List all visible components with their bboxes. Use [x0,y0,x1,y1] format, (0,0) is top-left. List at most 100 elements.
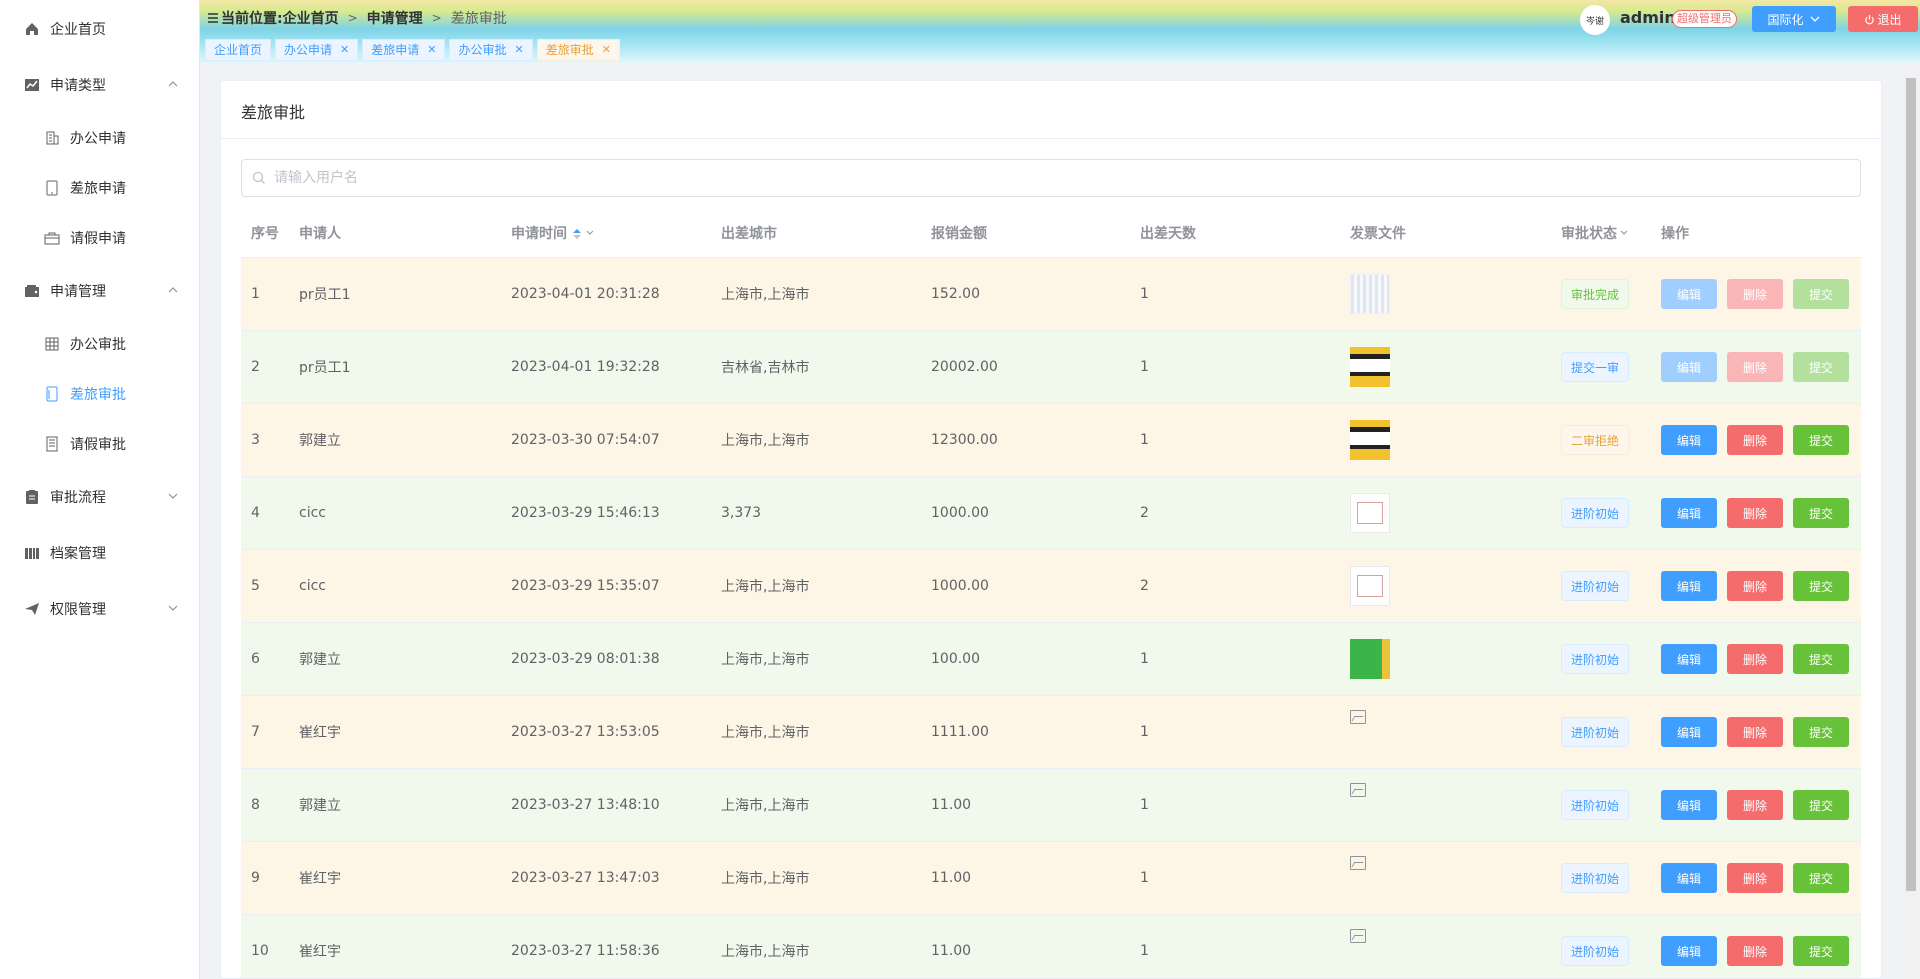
breadcrumb-home[interactable]: 当前位置:企业首页 [221,8,339,28]
breadcrumb-apply-manage[interactable]: 申请管理 [367,8,423,28]
cell-status: 审批完成 [1551,279,1651,309]
sidebar-item-label: 权限管理 [50,602,106,618]
cell-invoice [1340,493,1551,533]
logout-button[interactable]: 退出 [1848,6,1918,32]
invoice-thumbnail[interactable] [1350,274,1390,314]
edit-button[interactable]: 编辑 [1661,717,1717,747]
menu-toggle-icon[interactable] [207,12,219,24]
delete-button[interactable]: 删除 [1727,790,1783,820]
delete-button[interactable]: 删除 [1727,279,1783,309]
search-input[interactable] [272,169,1776,187]
status-badge: 进阶初始 [1561,644,1630,674]
sidebar-item-apply-types[interactable]: 申请类型 [0,65,200,105]
sidebar-item-label: 申请类型 [50,78,106,94]
edit-button[interactable]: 编辑 [1661,352,1717,382]
cell-city: 上海市,上海市 [721,725,810,741]
submit-button[interactable]: 提交 [1793,863,1849,893]
sidebar-item-home[interactable]: 企业首页 [0,9,200,49]
table-row: 2 pr员工1 2023-04-01 19:32:28 吉林省,吉林市 20002.00… [241,331,1861,404]
sidebar-item-office-apply[interactable]: 办公申请 [0,118,200,158]
submit-button[interactable]: 提交 [1793,498,1849,528]
sidebar: 企业首页 申请类型 办公申请 差旅申请 请假申请 申请管理 办公审批 差旅审批 … [0,0,200,979]
tab-office-apply[interactable]: 办公申请 ✕ [275,39,359,61]
submit-button[interactable]: 提交 [1793,279,1849,309]
submit-button[interactable]: 提交 [1793,936,1849,966]
cell-city: 上海市,上海市 [721,579,810,595]
delete-button[interactable]: 删除 [1727,936,1783,966]
submit-button[interactable]: 提交 [1793,571,1849,601]
cell-amount: 100.00 [931,651,980,667]
delete-button[interactable]: 删除 [1727,352,1783,382]
avatar[interactable]: 岑谢 [1580,5,1610,35]
col-header-time[interactable]: 申请时间 [501,223,711,243]
sidebar-item-label: 档案管理 [50,546,106,562]
sidebar-item-approval-flow[interactable]: 审批流程 [0,477,200,517]
sidebar-item-label: 办公审批 [70,337,126,353]
main-card: 差旅审批 序号 申请人 申请时间 出差城市 报销金额 出差天数 发票文件 审批状… [220,80,1882,979]
tab-office-approve[interactable]: 办公审批 ✕ [449,39,533,61]
sidebar-item-archive[interactable]: 档案管理 [0,533,200,573]
cell-city: 上海市,上海市 [721,652,810,668]
invoice-thumbnail[interactable] [1350,347,1390,387]
col-header-no: 序号 [251,226,279,242]
broken-image-icon [1350,929,1366,943]
i18n-button-label: 国际化 [1767,12,1804,27]
sidebar-item-leave-approve[interactable]: 请假审批 [0,424,200,464]
chevron-right-icon: > [347,11,358,25]
scrollbar-thumb[interactable] [1906,78,1916,891]
edit-button[interactable]: 编辑 [1661,571,1717,601]
submit-button[interactable]: 提交 [1793,790,1849,820]
tab-travel-approve[interactable]: 差旅审批 ✕ [536,39,620,61]
submit-button[interactable]: 提交 [1793,425,1849,455]
edit-button[interactable]: 编辑 [1661,790,1717,820]
filter-chevron-icon[interactable] [1619,228,1629,238]
edit-button[interactable]: 编辑 [1661,644,1717,674]
delete-button[interactable]: 删除 [1727,498,1783,528]
tab-travel-apply[interactable]: 差旅申请 ✕ [362,39,446,61]
sidebar-item-leave-apply[interactable]: 请假申请 [0,218,200,258]
invoice-thumbnail[interactable] [1350,493,1390,533]
tab-home[interactable]: 企业首页 [205,39,272,61]
filter-chevron-icon[interactable] [585,228,595,238]
close-icon[interactable]: ✕ [427,39,436,61]
close-icon[interactable]: ✕ [602,39,611,61]
edit-button[interactable]: 编辑 [1661,498,1717,528]
delete-button[interactable]: 删除 [1727,863,1783,893]
delete-button[interactable]: 删除 [1727,717,1783,747]
search-box[interactable] [241,159,1861,197]
cell-no: 2 [251,359,260,375]
edit-button[interactable]: 编辑 [1661,425,1717,455]
i18n-button[interactable]: 国际化 [1752,6,1836,32]
delete-button[interactable]: 删除 [1727,425,1783,455]
submit-button[interactable]: 提交 [1793,717,1849,747]
sidebar-item-permission[interactable]: 权限管理 [0,589,200,629]
status-badge: 审批完成 [1561,279,1630,309]
sidebar-item-travel-approve[interactable]: 差旅审批 [0,374,200,414]
sidebar-item-office-approve[interactable]: 办公审批 [0,324,200,364]
cell-invoice [1340,420,1551,460]
broken-image-icon [1350,783,1366,797]
edit-button[interactable]: 编辑 [1661,863,1717,893]
invoice-thumbnail[interactable] [1350,639,1390,679]
invoice-thumbnail[interactable] [1350,566,1390,606]
sidebar-item-travel-apply[interactable]: 差旅申请 [0,168,200,208]
delete-button[interactable]: 删除 [1727,644,1783,674]
edit-button[interactable]: 编辑 [1661,279,1717,309]
col-header-status[interactable]: 审批状态 [1551,223,1651,243]
sidebar-item-apply-manage[interactable]: 申请管理 [0,271,200,311]
sort-icon[interactable] [573,229,581,239]
cell-actions: 编辑 删除 提交 [1651,279,1851,309]
invoice-thumbnail[interactable] [1350,420,1390,460]
submit-button[interactable]: 提交 [1793,644,1849,674]
cell-city: 上海市,上海市 [721,944,810,960]
wallet-icon [23,282,41,300]
delete-button[interactable]: 删除 [1727,571,1783,601]
cell-time: 2023-03-29 08:01:38 [511,651,660,667]
submit-button[interactable]: 提交 [1793,352,1849,382]
chevron-up-icon [168,287,178,293]
cell-no: 6 [251,651,260,667]
close-icon[interactable]: ✕ [340,39,349,61]
edit-button[interactable]: 编辑 [1661,936,1717,966]
close-icon[interactable]: ✕ [515,39,524,61]
breadcrumb-current: 差旅审批 [450,11,507,27]
